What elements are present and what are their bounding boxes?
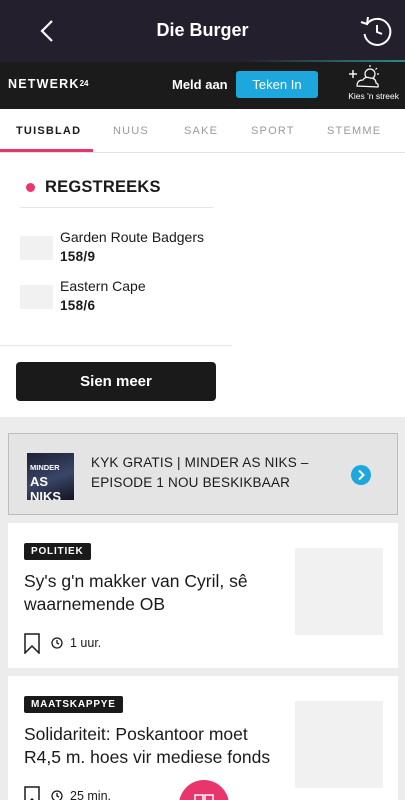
bookmark-icon[interactable] bbox=[24, 786, 40, 800]
team-logo bbox=[20, 285, 53, 309]
divider bbox=[20, 207, 213, 208]
live-title: REGSTREEKS bbox=[45, 178, 161, 196]
signup-button[interactable]: Teken In bbox=[236, 71, 318, 98]
tab-sake[interactable]: SAKE bbox=[184, 125, 218, 137]
promo-thumbnail: MINDER AS NIKS bbox=[27, 453, 74, 500]
promo-banner[interactable]: MINDER AS NIKS KYK GRATIS | MINDER AS NI… bbox=[8, 433, 398, 515]
article-headline[interactable]: Solidariteit: Poskantoor moet R4,5 m. ho… bbox=[24, 723, 279, 769]
article-thumbnail[interactable] bbox=[295, 548, 383, 635]
account-bar: NETWERK24 Meld aan Teken In Kies 'n stre… bbox=[0, 62, 405, 109]
tab-stemme[interactable]: STEMME bbox=[327, 125, 381, 137]
team-logo bbox=[20, 236, 53, 260]
active-tab-indicator bbox=[0, 149, 93, 152]
team-name: Garden Route Badgers bbox=[60, 229, 204, 245]
weather-region-label[interactable]: Kies 'n streek bbox=[348, 91, 399, 101]
arrow-right-circle-icon[interactable] bbox=[351, 465, 371, 485]
live-indicator-dot bbox=[26, 183, 35, 192]
section-tabs: TUISBLAD NUUS SAKE SPORT STEMME bbox=[0, 109, 405, 153]
divider bbox=[0, 345, 232, 346]
article-time: 1 uur. bbox=[70, 636, 102, 650]
promo-text: KYK GRATIS | MINDER AS NIKS – EPISODE 1 … bbox=[91, 455, 309, 490]
category-tag[interactable]: POLITIEK bbox=[24, 543, 91, 560]
article-headline[interactable]: Sy's g'n makker van Cyril, sê waarnemend… bbox=[24, 570, 279, 616]
page-title: Die Burger bbox=[156, 20, 249, 40]
menu-grid-icon bbox=[194, 794, 214, 800]
team-score: 158/6 bbox=[60, 298, 96, 313]
article-card[interactable]: POLITIEK Sy's g'n makker van Cyril, sê w… bbox=[8, 523, 398, 668]
top-app-bar: Die Burger bbox=[0, 0, 405, 62]
refresh-icon[interactable] bbox=[357, 12, 397, 52]
netwerk24-logo[interactable]: NETWERK24 bbox=[8, 77, 89, 91]
clock-icon bbox=[51, 637, 63, 649]
category-tag[interactable]: MAATSKAPPYE bbox=[24, 696, 123, 713]
see-more-button[interactable]: Sien meer bbox=[16, 362, 216, 401]
tab-sport[interactable]: SPORT bbox=[251, 125, 295, 137]
team-name: Eastern Cape bbox=[60, 278, 146, 294]
team-score: 158/9 bbox=[60, 249, 96, 264]
bookmark-icon[interactable] bbox=[24, 633, 40, 654]
tab-tuisblad[interactable]: TUISBLAD bbox=[16, 125, 81, 137]
weather-icon[interactable] bbox=[345, 64, 381, 92]
tab-nuus[interactable]: NUUS bbox=[113, 125, 149, 137]
login-link[interactable]: Meld aan bbox=[172, 77, 228, 92]
article-thumbnail[interactable] bbox=[295, 701, 383, 788]
clock-icon bbox=[51, 790, 63, 800]
article-time: 25 min. bbox=[70, 789, 111, 800]
